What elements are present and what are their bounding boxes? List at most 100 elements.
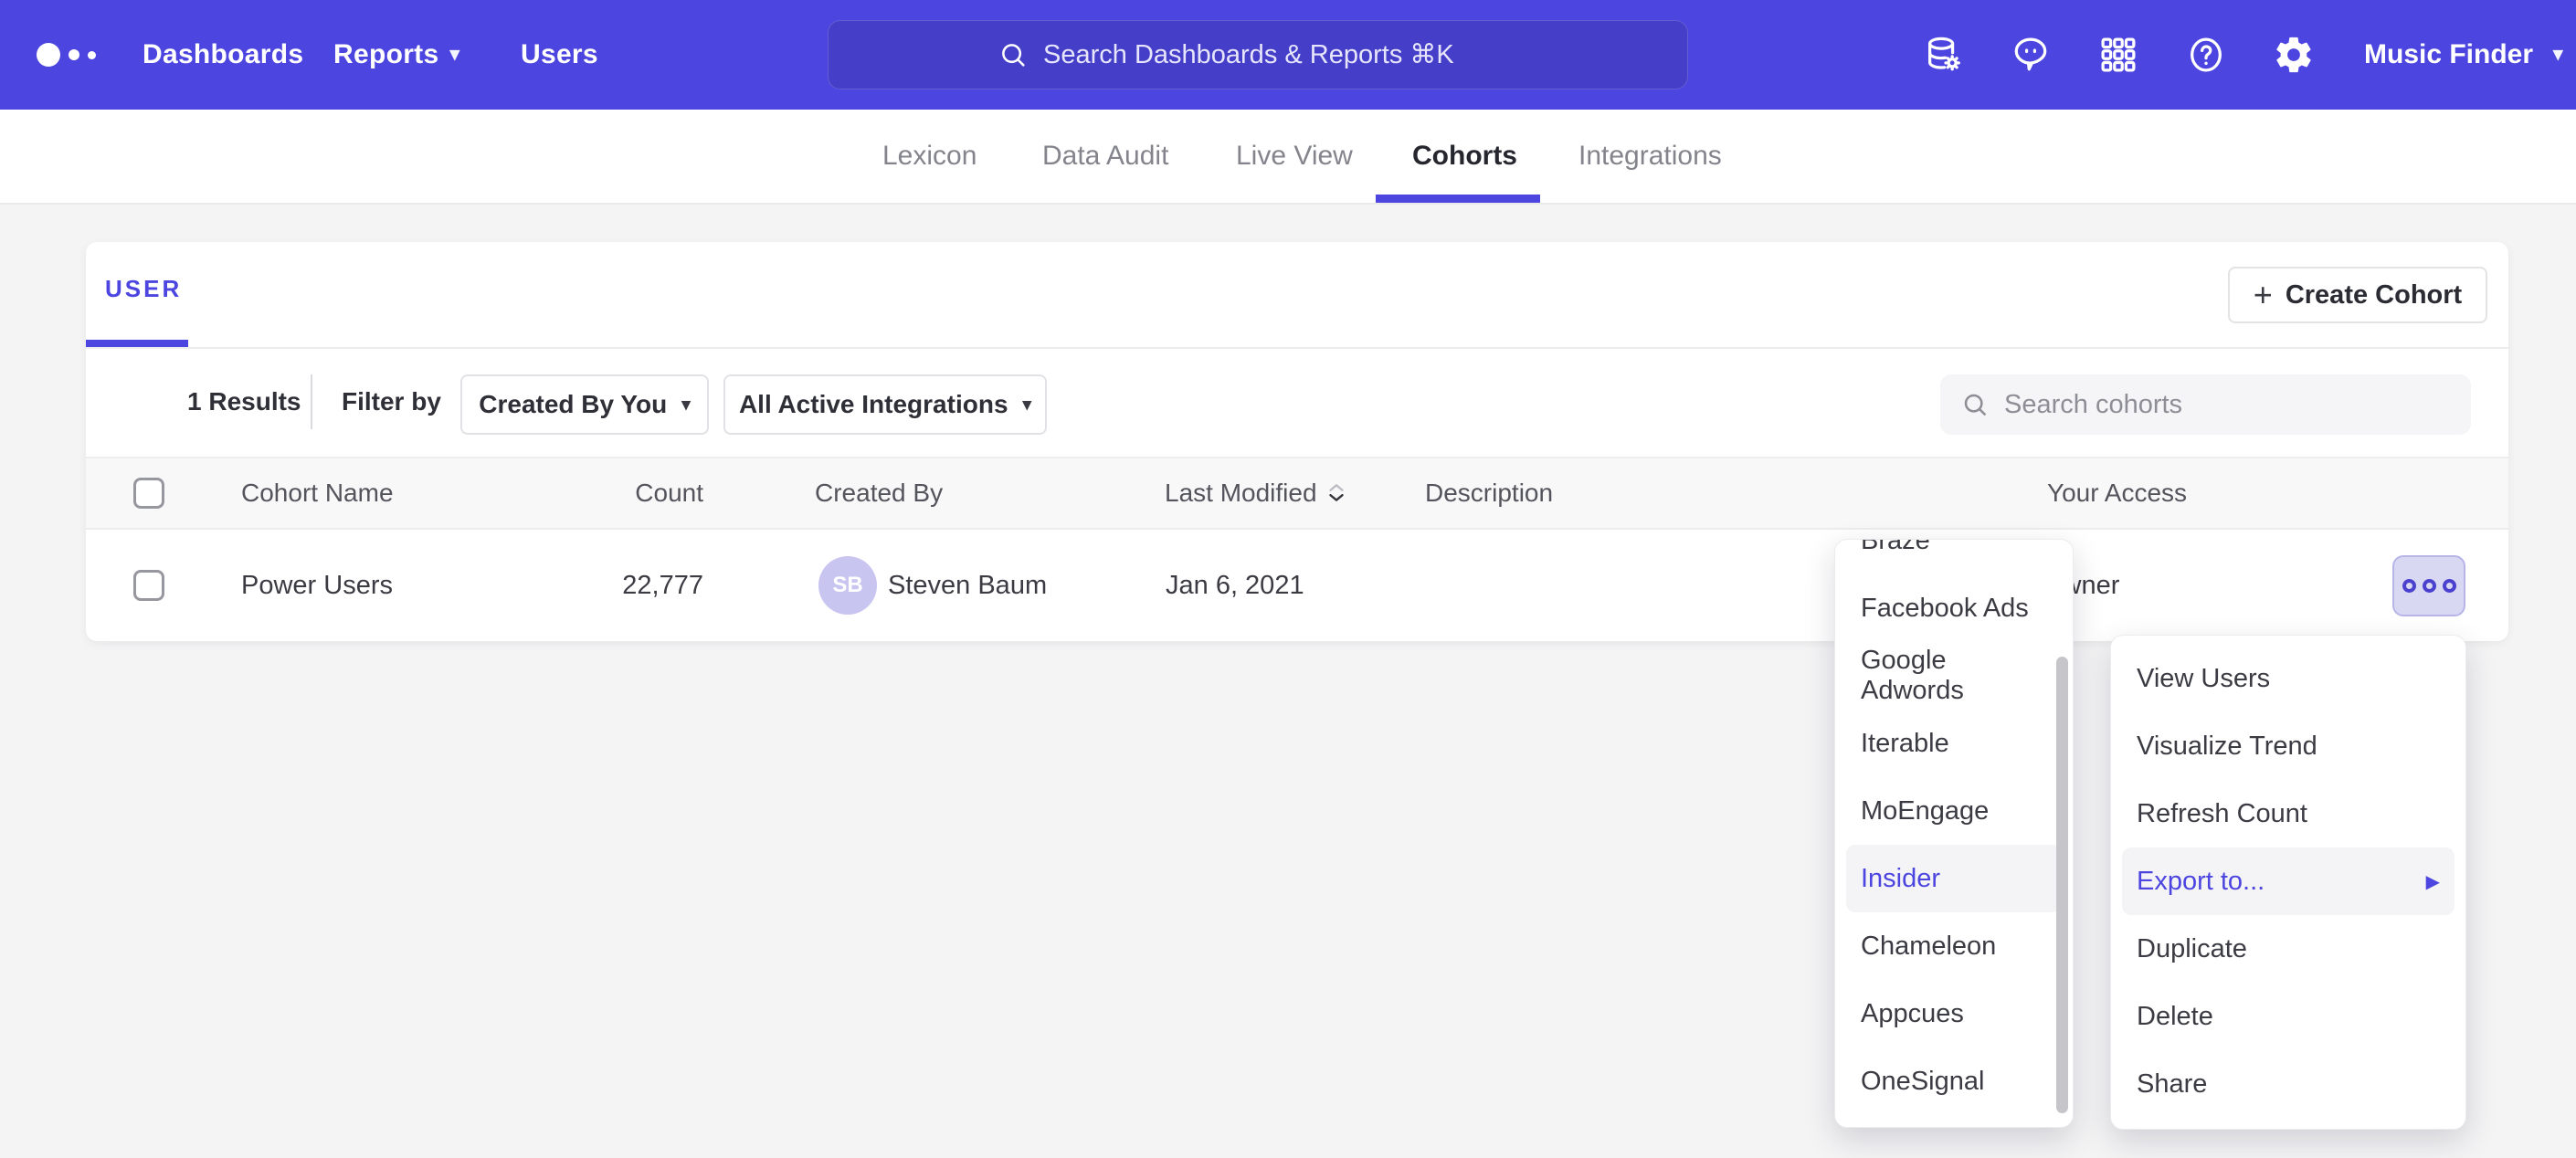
menu-item-appcues[interactable]: Appcues: [1846, 980, 2062, 1047]
menu-item-view-users[interactable]: View Users: [2122, 645, 2455, 712]
last-modified-date: Jan 6, 2021: [1166, 530, 1304, 641]
sort-icon: [1326, 481, 1346, 505]
logo-dot-medium: [69, 49, 79, 60]
menu-item-refresh-count[interactable]: Refresh Count: [2122, 780, 2455, 847]
feedback-icon[interactable]: [2010, 34, 2052, 76]
global-search-bar[interactable]: [828, 20, 1688, 89]
plus-icon: +: [2254, 279, 2273, 311]
column-header-count[interactable]: Count: [597, 458, 703, 528]
project-name: Music Finder: [2364, 0, 2533, 110]
results-count: 1 Results: [187, 347, 301, 457]
menu-item-iterable[interactable]: Iterable: [1846, 710, 2062, 777]
avatar: SB: [818, 556, 877, 615]
submenu-arrow-icon: ▶: [2426, 870, 2440, 893]
column-header-last-modified[interactable]: Last Modified: [1165, 458, 1346, 528]
menu-item-chameleon[interactable]: Chameleon: [1846, 912, 2062, 980]
menu-item-onesignal[interactable]: OneSignal: [1846, 1047, 2062, 1115]
cohort-count: 22,777: [597, 530, 703, 641]
menu-item-label: Share: [2137, 1069, 2207, 1100]
created-by-filter-dropdown[interactable]: Created By You ▾: [460, 374, 709, 435]
menu-item-export-to[interactable]: Export to... ▶: [2122, 847, 2455, 915]
tab-data-audit[interactable]: Data Audit: [1042, 110, 1168, 203]
cohort-search-bar[interactable]: [1940, 374, 2471, 435]
tabstrip-divider: [86, 347, 2508, 349]
row-actions-list: View Users Visualize Trend Refresh Count…: [2111, 645, 2465, 1118]
top-navbar: Dashboards Reports ▾ Users: [0, 0, 2576, 110]
cohorts-panel: USER + Create Cohort 1 Results Filter by…: [86, 242, 2508, 641]
row-more-actions-button[interactable]: [2392, 555, 2465, 616]
integrations-filter-dropdown[interactable]: All Active Integrations ▾: [723, 374, 1047, 435]
chevron-down-icon: ▾: [1023, 395, 1032, 416]
help-icon[interactable]: [2185, 34, 2227, 76]
more-dot-icon: [2402, 579, 2416, 593]
menu-item-label: Delete: [2137, 1002, 2213, 1032]
menu-item-share[interactable]: Share: [2122, 1050, 2455, 1118]
create-cohort-label: Create Cohort: [2286, 280, 2462, 311]
menu-item-delete[interactable]: Delete: [2122, 983, 2455, 1050]
column-header-your-access[interactable]: Your Access: [2047, 458, 2187, 528]
create-cohort-button[interactable]: + Create Cohort: [2228, 267, 2487, 323]
row-checkbox[interactable]: [133, 570, 164, 601]
menu-item-visualize-trend[interactable]: Visualize Trend: [2122, 712, 2455, 780]
tab-user-cohorts[interactable]: USER: [105, 275, 182, 303]
select-all-checkbox[interactable]: [133, 478, 164, 509]
menu-item-label: View Users: [2137, 664, 2270, 694]
nav-item-label: Dashboards: [143, 0, 303, 110]
nav-item-reports[interactable]: Reports ▾: [333, 0, 459, 110]
menu-item-duplicate[interactable]: Duplicate: [2122, 915, 2455, 983]
tab-live-view[interactable]: Live View: [1236, 110, 1353, 203]
cohort-search-input[interactable]: [2004, 390, 2443, 420]
data-settings-icon[interactable]: [1922, 34, 1964, 76]
nav-item-dashboards[interactable]: Dashboards: [143, 0, 303, 110]
nav-item-label: Reports: [333, 0, 438, 110]
menu-scrollbar[interactable]: [2056, 657, 2068, 1113]
created-by-name: Steven Baum: [888, 530, 1047, 641]
user-tab-underline: [86, 340, 188, 347]
nav-item-users[interactable]: Users: [521, 0, 598, 110]
logo-dot-large: [37, 43, 60, 67]
menu-item-insider[interactable]: Insider: [1846, 845, 2062, 912]
row-actions-menu: View Users Visualize Trend Refresh Count…: [2110, 635, 2466, 1130]
menu-item-label: Refresh Count: [2137, 799, 2307, 829]
created-by-filter-value: Created By You: [479, 390, 667, 419]
menu-item-moengage[interactable]: MoEngage: [1846, 777, 2062, 845]
active-tab-underline: [1376, 195, 1540, 203]
cohort-name-link[interactable]: Power Users: [241, 530, 393, 641]
search-icon: [998, 39, 1029, 70]
menu-item-braze[interactable]: Braze: [1846, 539, 2062, 574]
more-dot-icon: [2423, 579, 2436, 593]
nav-item-label: Users: [521, 0, 598, 110]
global-search-input[interactable]: [1043, 40, 1518, 70]
search-icon: [1960, 390, 1990, 419]
table-row: Power Users 22,777 SB Steven Baum Jan 6,…: [86, 530, 2508, 641]
column-header-created-by[interactable]: Created By: [815, 458, 943, 528]
menu-item-facebook-ads[interactable]: Facebook Ads: [1846, 574, 2062, 642]
filter-by-label: Filter by: [342, 347, 441, 457]
table-header: Cohort Name Count Created By Last Modifi…: [86, 457, 2508, 530]
export-targets-list: Braze Facebook Ads Google Adwords Iterab…: [1835, 539, 2073, 1115]
logo-dot-small: [88, 51, 96, 59]
menu-item-label: Export to...: [2137, 867, 2265, 897]
settings-icon[interactable]: [2273, 34, 2315, 76]
column-header-description[interactable]: Description: [1425, 458, 1553, 528]
section-tabs: Lexicon Data Audit Live View Cohorts Int…: [0, 110, 2576, 205]
chevron-down-icon: ▾: [449, 0, 459, 110]
apps-grid-icon[interactable]: [2097, 34, 2139, 76]
menu-item-label: Duplicate: [2137, 934, 2247, 964]
last-modified-label: Last Modified: [1165, 458, 1317, 528]
more-dot-icon: [2443, 579, 2456, 593]
menu-item-google-adwords[interactable]: Google Adwords: [1846, 642, 2062, 710]
tab-integrations[interactable]: Integrations: [1578, 110, 1722, 203]
tab-lexicon[interactable]: Lexicon: [882, 110, 977, 203]
export-targets-menu: Braze Facebook Ads Google Adwords Iterab…: [1834, 539, 2074, 1128]
chevron-down-icon: ▾: [2553, 0, 2563, 110]
vertical-divider: [311, 374, 312, 429]
brand-logo-icon[interactable]: [37, 0, 96, 110]
navbar-icon-group: [1922, 0, 2315, 110]
column-header-cohort-name[interactable]: Cohort Name: [241, 458, 394, 528]
tab-cohorts[interactable]: Cohorts: [1412, 110, 1517, 203]
menu-item-label: Visualize Trend: [2137, 732, 2317, 762]
chevron-down-icon: ▾: [681, 395, 691, 416]
project-switcher[interactable]: Music Finder ▾: [2364, 0, 2563, 110]
integrations-filter-value: All Active Integrations: [739, 390, 1008, 419]
